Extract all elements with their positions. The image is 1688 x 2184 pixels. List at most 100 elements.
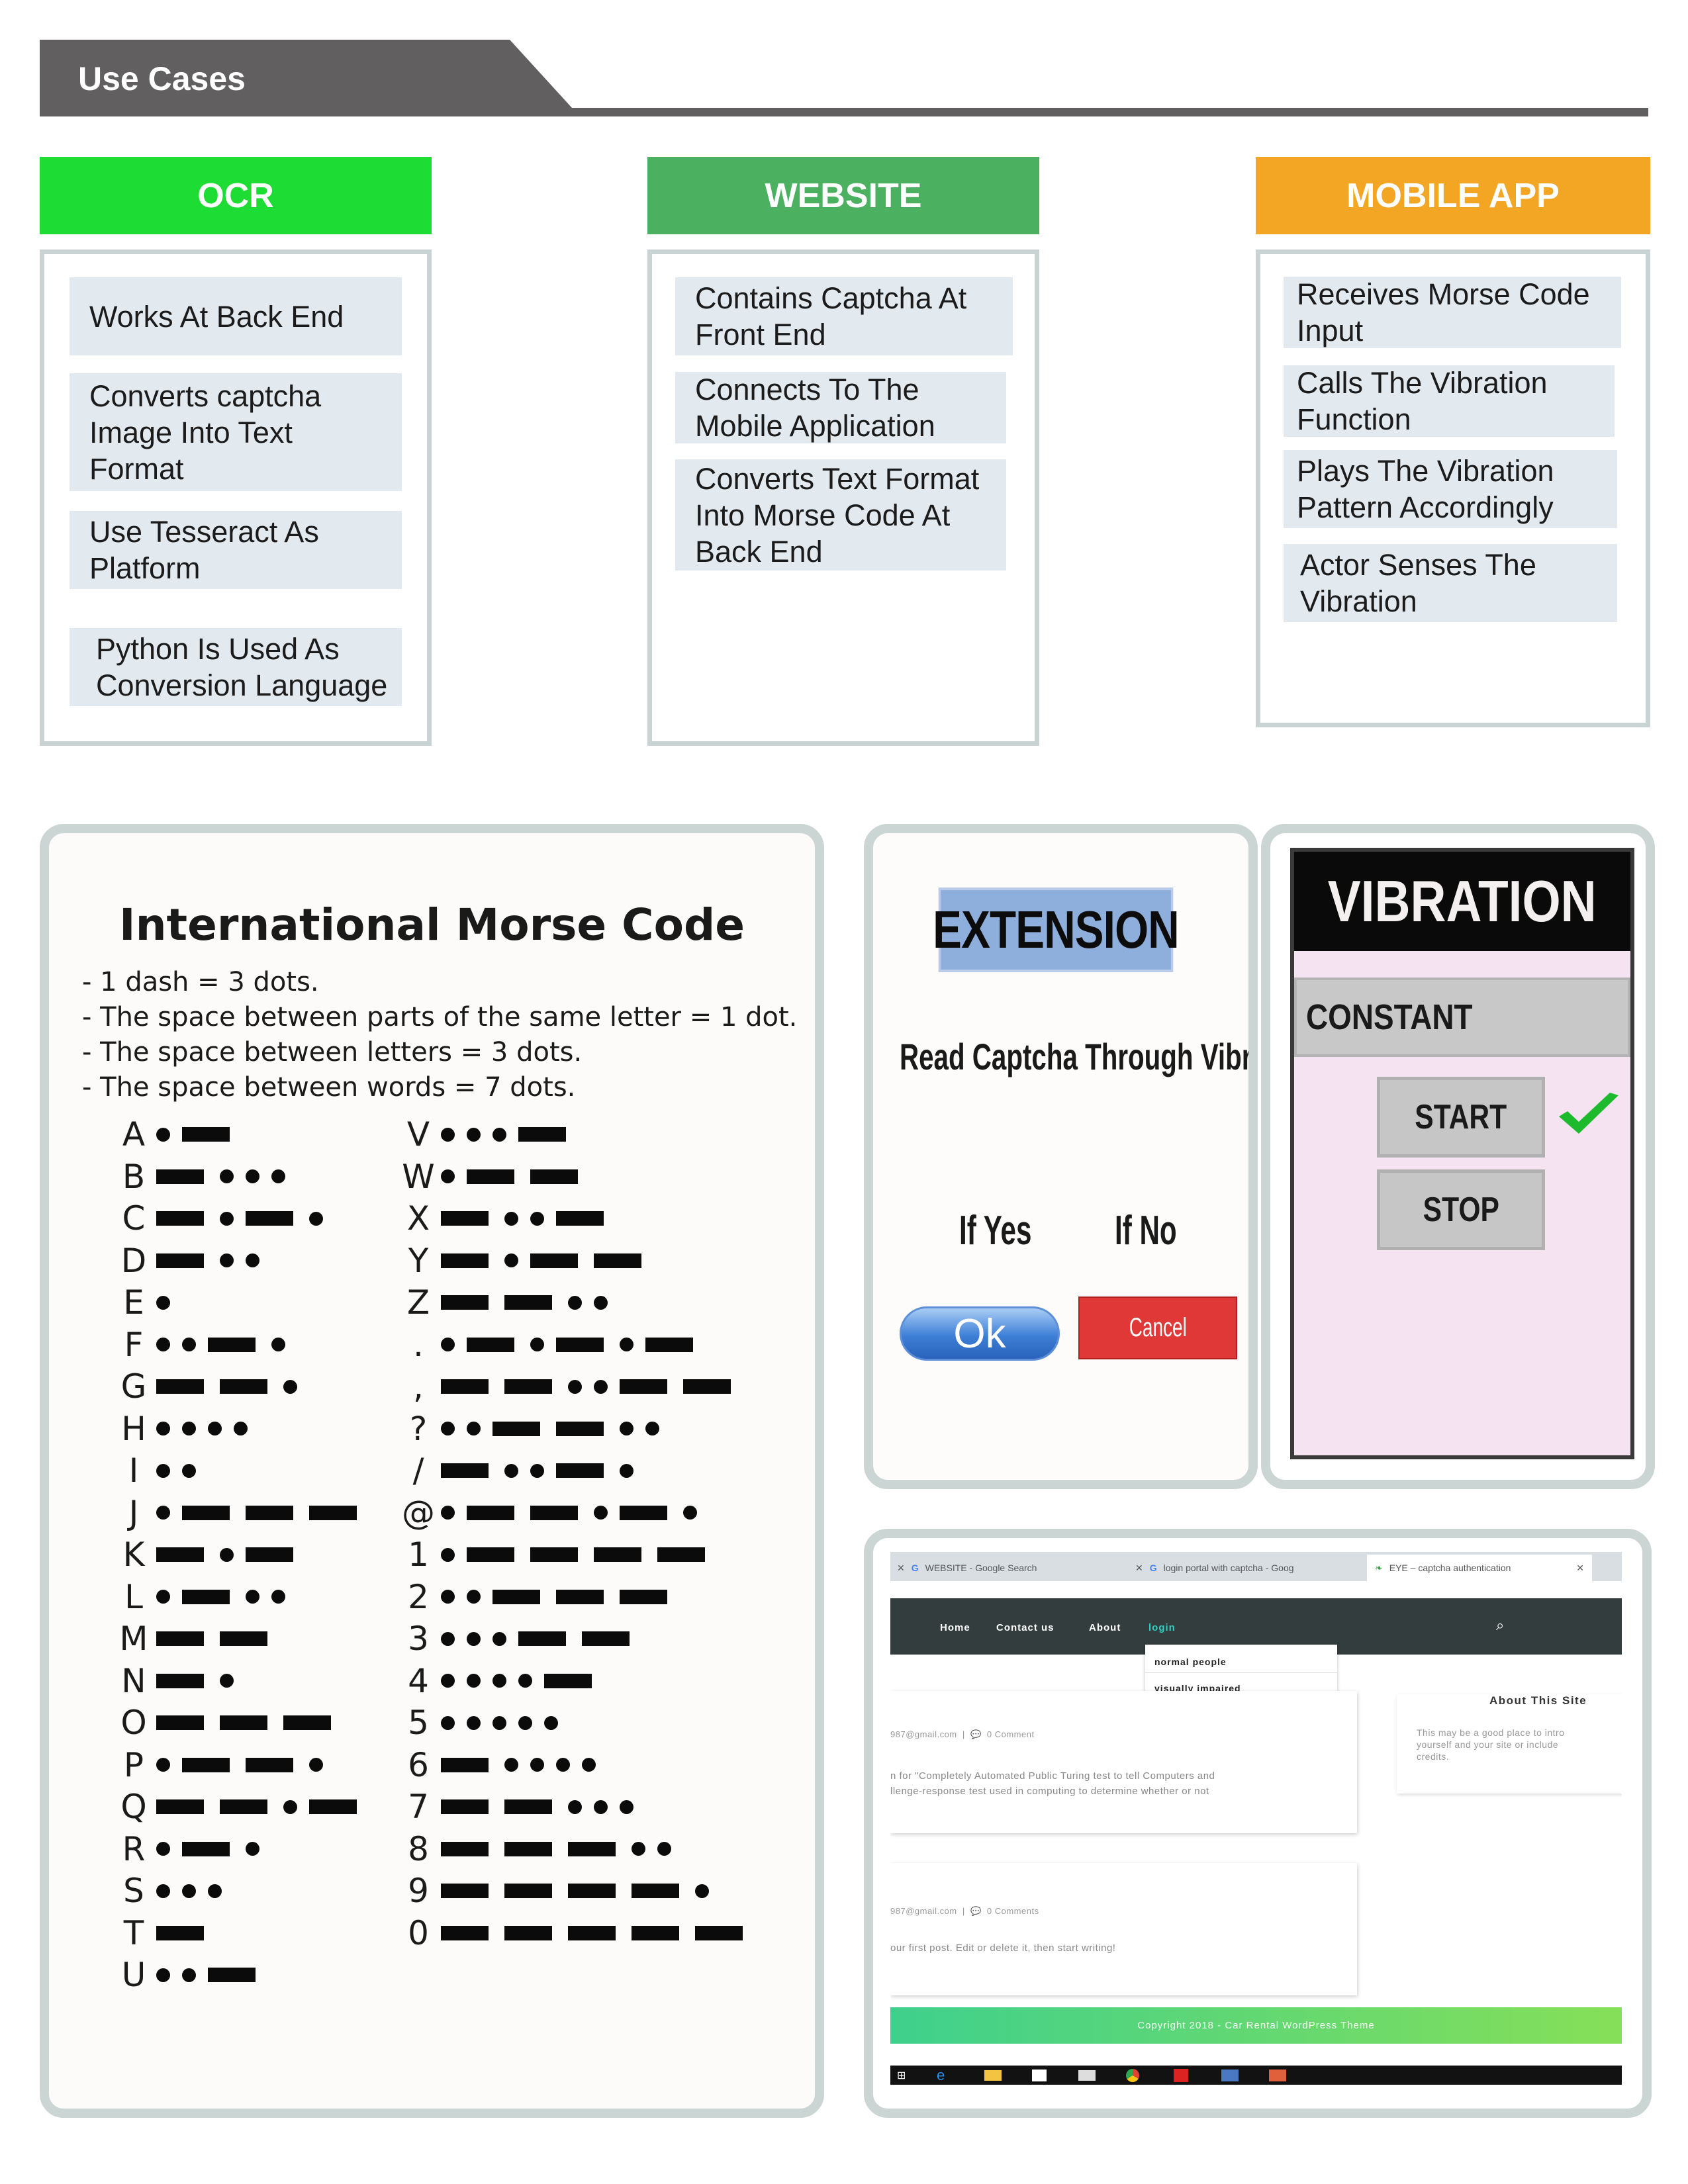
morse-row: J [115, 1496, 373, 1529]
morse-dot [620, 1463, 633, 1478]
morse-row: P [115, 1749, 335, 1782]
mobile-item: Actor Senses The Vibration [1284, 544, 1617, 622]
close-icon[interactable]: ✕ [1576, 1563, 1584, 1574]
morse-symbols [441, 1547, 721, 1562]
close-icon[interactable]: ✕ [1135, 1563, 1143, 1574]
morse-symbols [156, 1379, 309, 1394]
morse-row: @ [400, 1496, 709, 1529]
morse-symbols [156, 1925, 220, 1940]
morse-row: 0 [400, 1917, 759, 1950]
morse-dash [620, 1505, 667, 1520]
morse-title: International Morse Code [119, 899, 745, 950]
mobile-app-column-header: MOBILE APP [1256, 157, 1650, 234]
morse-dot [182, 1968, 196, 1982]
morse-dot [492, 1674, 506, 1688]
morse-character: M [119, 1619, 148, 1658]
nav-contact[interactable]: Contact us [996, 1622, 1055, 1633]
morse-symbols [441, 1127, 582, 1142]
morse-dot [620, 1799, 633, 1814]
edge-icon[interactable]: e [937, 2067, 984, 2084]
task-view-icon[interactable]: ⊞ [897, 2069, 937, 2082]
morse-dot [246, 1842, 259, 1856]
morse-character: W [402, 1157, 435, 1196]
nav-about[interactable]: About [1089, 1622, 1121, 1633]
website-item: Connects To The Mobile Application [675, 372, 1006, 443]
morse-dot [568, 1799, 582, 1814]
morse-character: Y [408, 1241, 429, 1280]
browser-tab[interactable]: ✕ G login portal with captcha - Goog [1135, 1557, 1294, 1578]
vibration-title-text: VIBRATION [1328, 868, 1597, 934]
morse-row: 8 [400, 1833, 683, 1866]
morse-dot [246, 1169, 259, 1183]
morse-row: . [400, 1328, 709, 1361]
morse-dot [208, 1422, 222, 1435]
morse-dot [182, 1422, 196, 1435]
mail-icon[interactable] [1078, 2070, 1096, 2081]
morse-character: . [413, 1325, 424, 1364]
morse-character: 4 [408, 1661, 429, 1700]
morse-symbols [441, 1841, 683, 1856]
morse-symbols [156, 1547, 309, 1562]
morse-dot [504, 1211, 518, 1226]
stop-label: STOP [1423, 1191, 1499, 1229]
morse-dot [594, 1506, 608, 1520]
morse-character: ? [409, 1409, 428, 1448]
morse-row: / [400, 1454, 645, 1487]
morse-character: L [124, 1577, 143, 1616]
morse-character: N [121, 1661, 146, 1700]
morse-dot [556, 1758, 570, 1772]
morse-character: S [123, 1872, 144, 1910]
morse-dash [208, 1968, 256, 1982]
morse-symbols [441, 1757, 608, 1772]
morse-symbols [441, 1589, 683, 1604]
morse-character: U [121, 1956, 146, 1994]
pdf-icon[interactable] [1174, 2068, 1188, 2082]
morse-character: P [123, 1745, 144, 1784]
search-icon[interactable]: ⌕ [1496, 1617, 1504, 1634]
app-icon[interactable] [1269, 2069, 1286, 2081]
nav-login[interactable]: login [1149, 1622, 1176, 1633]
morse-dash [518, 1631, 566, 1646]
morse-dot [530, 1338, 544, 1351]
start-button[interactable]: START [1377, 1077, 1545, 1158]
morse-dot [544, 1715, 558, 1730]
close-icon[interactable]: ✕ [897, 1563, 905, 1574]
morse-row: N [115, 1664, 246, 1698]
morse-dash [467, 1505, 514, 1520]
morse-symbols [156, 1631, 283, 1646]
ocr-column-header: OCR [40, 157, 432, 234]
morse-dash [441, 1925, 489, 1940]
file-explorer-icon[interactable] [984, 2070, 1002, 2081]
post-comments[interactable]: 0 Comment [987, 1729, 1035, 1739]
morse-dash [467, 1337, 514, 1352]
morse-dot [156, 1422, 170, 1435]
chrome-icon[interactable] [1126, 2068, 1139, 2082]
morse-row: F [115, 1328, 297, 1361]
checkmark-icon [1559, 1093, 1618, 1134]
store-icon[interactable] [1032, 2069, 1047, 2081]
morse-dash [182, 1841, 230, 1856]
morse-dot [492, 1631, 506, 1646]
dropdown-item-normal[interactable]: normal people [1154, 1657, 1227, 1667]
morse-dash [220, 1379, 267, 1394]
morse-character: 6 [408, 1745, 429, 1784]
app-icon[interactable] [1221, 2069, 1239, 2081]
morse-character: 0 [408, 1913, 429, 1952]
morse-dot [657, 1842, 671, 1856]
nav-home[interactable]: Home [940, 1622, 970, 1633]
morse-dot [492, 1127, 506, 1142]
browser-tab[interactable]: ✕ G WEBSITE - Google Search [897, 1557, 1037, 1578]
website-column-header: WEBSITE [647, 157, 1039, 234]
post-comments[interactable]: 0 Comments [987, 1906, 1039, 1916]
stop-button[interactable]: STOP [1377, 1169, 1545, 1250]
morse-dash [568, 1925, 616, 1940]
browser-tab-active[interactable]: ❧ EYE – captcha authentication ✕ [1367, 1555, 1592, 1581]
morse-dash [441, 1211, 489, 1226]
header-rule [40, 108, 1648, 116]
ok-button[interactable]: Ok [900, 1306, 1060, 1361]
mobile-item: Receives Morse Code Input [1284, 277, 1621, 348]
cancel-button[interactable]: Cancel [1078, 1297, 1237, 1359]
morse-dot [271, 1338, 285, 1351]
dropdown-divider [1145, 1672, 1337, 1673]
morse-dash [182, 1505, 230, 1520]
